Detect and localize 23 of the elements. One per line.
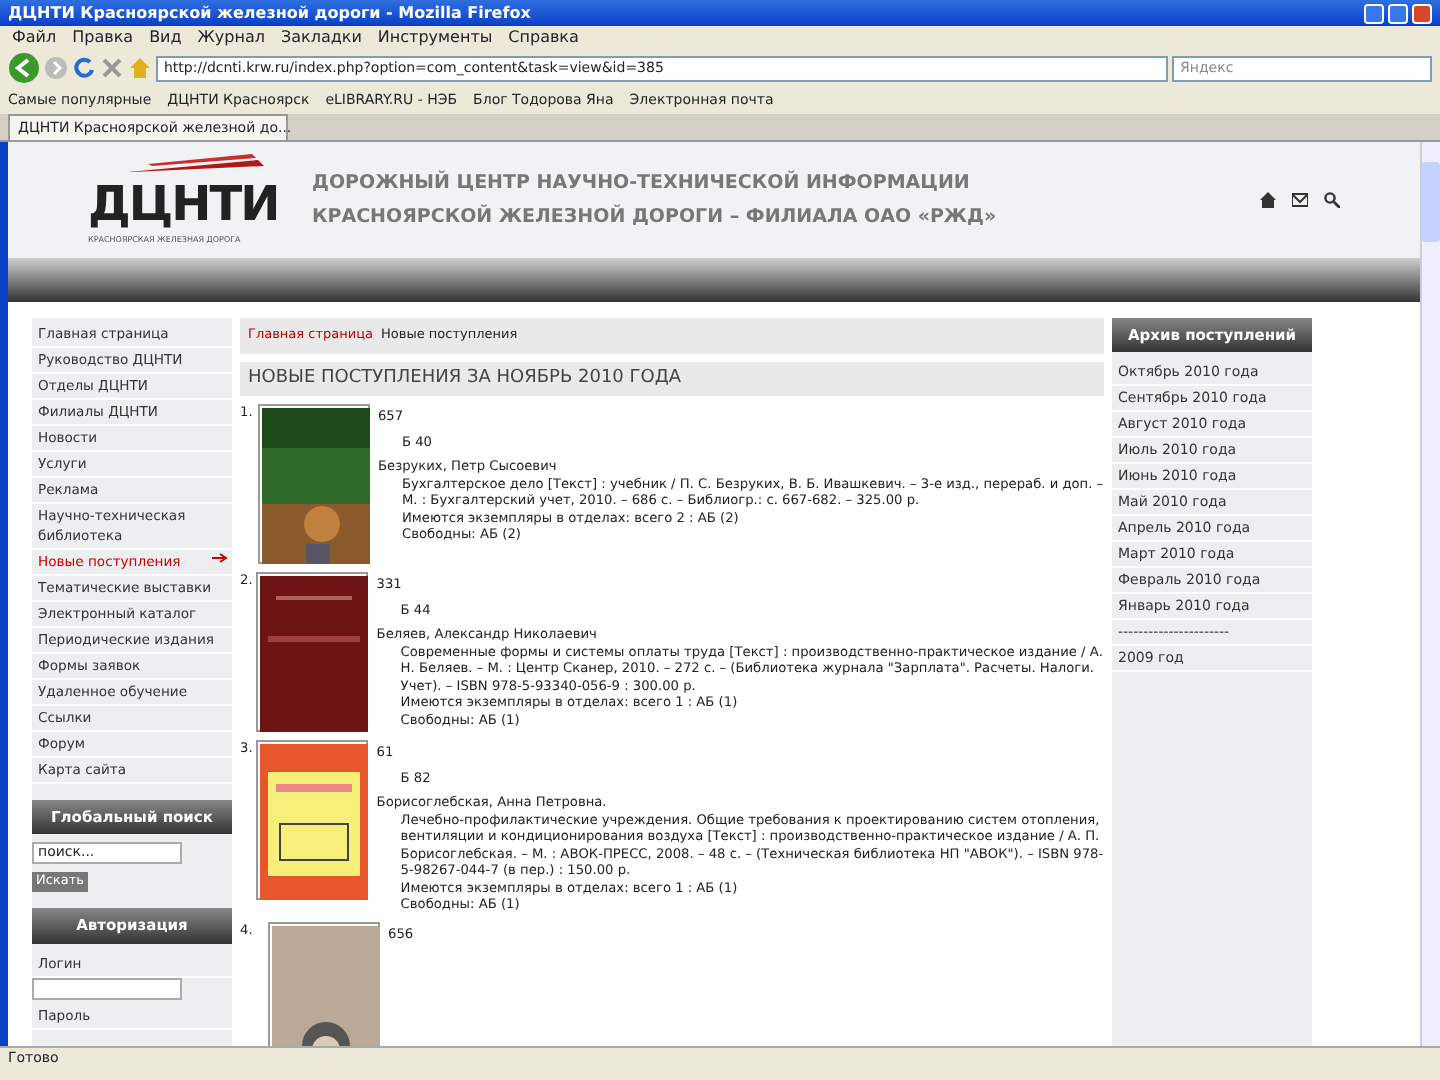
close-button[interactable] xyxy=(1412,3,1432,23)
window-title: ДЦНТИ Красноярской железной дороги - Mozilla Firefox xyxy=(8,1,531,25)
back-icon[interactable] xyxy=(8,52,40,84)
username-field[interactable] xyxy=(32,977,182,999)
arrow-icon xyxy=(212,552,228,564)
search-icon[interactable] xyxy=(1324,192,1340,208)
site-title: ДОРОЖНЫЙ ЦЕНТР НАУЧНО-ТЕХНИЧЕСКОЙ ИНФОРМАЦИИ xyxy=(312,168,972,198)
menu-item[interactable]: Файл xyxy=(12,26,57,50)
menu-item[interactable]: Вид xyxy=(149,26,182,50)
stop-icon[interactable] xyxy=(100,56,124,80)
menu-item[interactable]: Справка xyxy=(508,26,579,50)
page-heading: НОВЫЕ ПОСТУПЛЕНИЯ ЗА НОЯБРЬ 2010 ГОДА xyxy=(240,361,1104,397)
menu-item[interactable]: Правка xyxy=(72,26,134,50)
minimize-button[interactable] xyxy=(1364,3,1384,23)
scrollbar[interactable] xyxy=(1420,142,1440,1046)
menu-item[interactable]: Закладки xyxy=(280,26,362,50)
menu-item[interactable]: Инструменты xyxy=(377,26,493,50)
site-logo[interactable]: ДЦНТИ xyxy=(88,174,288,234)
maximize-button[interactable] xyxy=(1388,3,1408,23)
site-title: КРАСНОЯРСКОЙ ЖЕЛЕЗНОЙ ДОРОГИ – ФИЛИАЛА ОАО «РЖД» xyxy=(312,202,999,232)
menu-item[interactable]: Журнал xyxy=(197,26,265,50)
reload-icon[interactable] xyxy=(72,56,96,80)
mail-icon[interactable] xyxy=(1292,192,1308,208)
